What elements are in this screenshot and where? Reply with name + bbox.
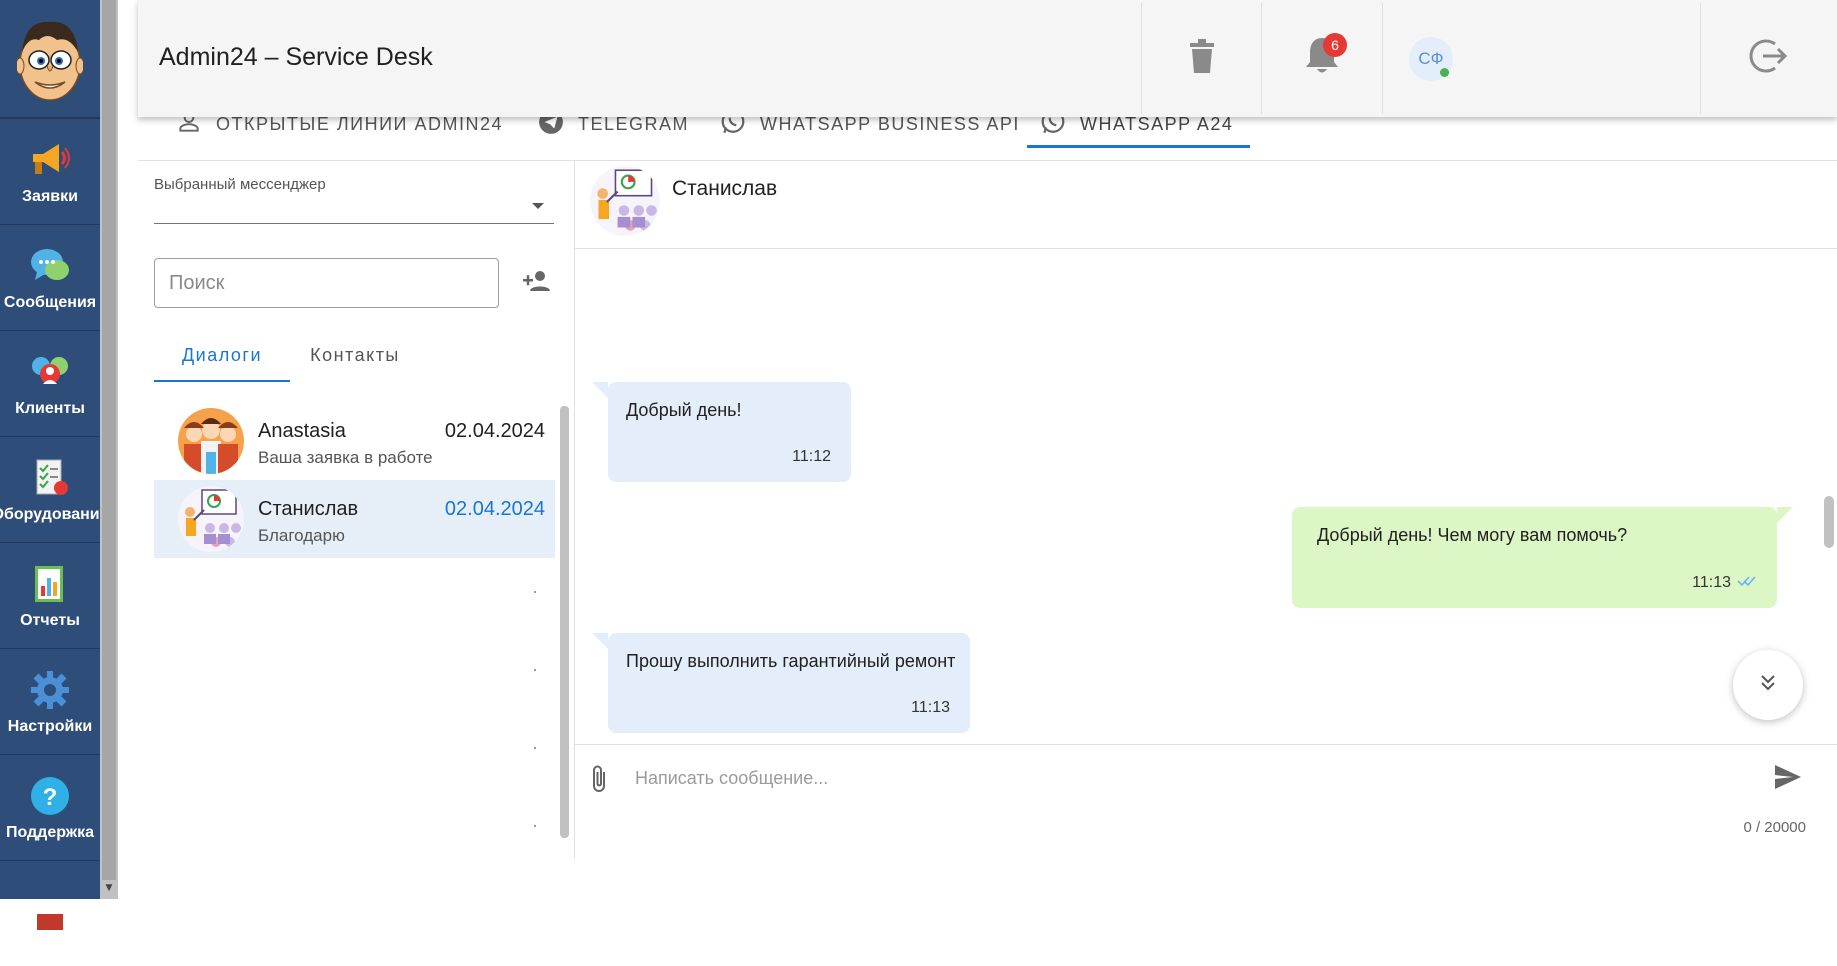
add-contact-button[interactable] bbox=[519, 266, 553, 300]
logout-icon bbox=[1749, 38, 1789, 79]
cartoon-face-logo-icon bbox=[17, 21, 83, 101]
message-time-text: 11:12 bbox=[792, 448, 831, 465]
send-button[interactable] bbox=[1773, 763, 1807, 795]
online-status-dot bbox=[1440, 67, 1449, 77]
chat-window: Станислав Добрый день! 11:12 Добрый день… bbox=[575, 161, 1837, 858]
main-sidebar: Заявки Сообщения Клиенты Оборудование От… bbox=[0, 0, 118, 930]
message-time: 11:13 bbox=[1692, 574, 1757, 592]
dialog-item[interactable]: Anastasia Ваша заявка в работе 02.04.202… bbox=[154, 402, 555, 480]
avatar bbox=[178, 408, 244, 474]
active-tab-indicator bbox=[1027, 145, 1250, 148]
nav-item-label: Отчеты bbox=[20, 611, 80, 629]
message-text: Добрый день! Чем могу вам помочь? bbox=[1317, 525, 1628, 545]
reports-chart-icon bbox=[28, 562, 72, 606]
message-composer: 0 / 20000 bbox=[575, 744, 1837, 858]
chat-bubbles-icon bbox=[28, 244, 72, 288]
trash-button[interactable] bbox=[1141, 3, 1261, 114]
messenger-select-label: Выбранный мессенджер bbox=[154, 176, 326, 193]
message-time-text: 11:13 bbox=[911, 699, 950, 716]
chat-header: Станислав bbox=[575, 161, 1837, 249]
notifications-button[interactable]: 6 bbox=[1261, 3, 1382, 114]
clients-icon bbox=[28, 350, 72, 394]
messenger-select[interactable] bbox=[154, 223, 554, 224]
gear-icon bbox=[28, 668, 72, 712]
scroll-down-arrow-icon[interactable]: ▼ bbox=[100, 883, 118, 897]
nav-item-label: Заявки bbox=[22, 187, 78, 205]
chat-contact-name: Станислав bbox=[672, 177, 778, 200]
nav-item-equipment[interactable]: Оборудование bbox=[0, 436, 109, 542]
nav-item-more[interactable] bbox=[0, 860, 100, 966]
nav-item-tickets[interactable]: Заявки bbox=[0, 118, 100, 224]
double-check-icon bbox=[1737, 574, 1757, 592]
avatar[interactable] bbox=[590, 166, 660, 236]
character-counter: 0 / 20000 bbox=[1743, 819, 1806, 836]
user-profile-button[interactable]: СФ bbox=[1382, 3, 1700, 114]
nav-item-settings[interactable]: Настройки bbox=[0, 648, 100, 754]
notifications-badge: 6 bbox=[1323, 33, 1347, 57]
sidebar-scrollbar-thumb[interactable] bbox=[102, 0, 116, 880]
avatar: СФ bbox=[1409, 36, 1453, 81]
page-title: Admin24 – Service Desk bbox=[159, 43, 433, 71]
message-input[interactable] bbox=[635, 761, 1715, 795]
top-header: Admin24 – Service Desk 6 СФ bbox=[138, 0, 1837, 117]
tab-contacts[interactable]: Контакты bbox=[290, 331, 420, 379]
message-text: Добрый день! bbox=[626, 400, 742, 420]
dialog-date: 02.04.2024 bbox=[444, 498, 545, 520]
nav-item-label: Клиенты bbox=[15, 399, 85, 417]
list-separator-dot bbox=[534, 747, 536, 749]
nav-item-label: Сообщения bbox=[3, 293, 97, 311]
group-people-avatar-icon bbox=[178, 408, 244, 474]
search-input[interactable] bbox=[154, 258, 499, 308]
nav-item-messages[interactable]: Сообщения bbox=[0, 224, 100, 330]
send-icon bbox=[1773, 765, 1803, 795]
presentation-avatar-icon bbox=[178, 486, 244, 552]
chat-scrollbar[interactable] bbox=[1824, 496, 1834, 548]
attach-button[interactable] bbox=[587, 763, 613, 795]
trash-icon bbox=[1188, 39, 1216, 78]
list-separator-dot bbox=[534, 669, 536, 671]
dialog-item[interactable]: Станислав Благодарю 02.04.2024 bbox=[154, 480, 555, 558]
help-icon: ? bbox=[28, 774, 72, 818]
sidebar-scrollbar[interactable]: ▼ bbox=[100, 0, 118, 899]
logout-button[interactable] bbox=[1700, 3, 1837, 114]
dialog-preview: Благодарю bbox=[258, 526, 345, 545]
svg-text:?: ? bbox=[43, 784, 58, 811]
nav-item-reports[interactable]: Отчеты bbox=[0, 542, 100, 648]
add-person-icon bbox=[521, 269, 551, 298]
tab-dialogs[interactable]: Диалоги bbox=[154, 331, 290, 379]
message-bubble-outgoing: Добрый день! Чем могу вам помочь? 11:13 bbox=[1292, 507, 1793, 608]
message-time: 11:13 bbox=[911, 699, 950, 717]
message-bubble-incoming: Добрый день! 11:12 bbox=[592, 382, 851, 482]
message-time: 11:12 bbox=[792, 448, 831, 466]
user-initials: СФ bbox=[1418, 48, 1444, 68]
dialog-name: Anastasia bbox=[258, 420, 346, 442]
nav-item-support[interactable]: ? Поддержка bbox=[0, 754, 100, 860]
message-bubble-incoming: Прошу выполнить гарантийный ремонт 11:13 bbox=[592, 633, 970, 733]
presentation-avatar-icon bbox=[590, 166, 660, 236]
double-chevron-down-icon bbox=[1759, 674, 1777, 697]
dialog-preview: Ваша заявка в работе bbox=[258, 448, 433, 467]
book-icon bbox=[28, 889, 72, 933]
nav-item-clients[interactable]: Клиенты bbox=[0, 330, 100, 436]
app-logo[interactable] bbox=[0, 0, 100, 118]
dialog-name: Станислав bbox=[258, 498, 359, 520]
dialogs-scrollbar[interactable] bbox=[560, 406, 569, 838]
equipment-checklist-icon bbox=[28, 456, 72, 500]
nav-item-label: Настройки bbox=[7, 717, 93, 735]
nav-item-label: Оборудование bbox=[0, 505, 109, 523]
list-separator-dot bbox=[534, 591, 536, 593]
scroll-to-bottom-button[interactable] bbox=[1733, 650, 1803, 720]
dropdown-caret-icon[interactable] bbox=[532, 203, 544, 209]
dialogs-panel: Выбранный мессенджер Диалоги Контакты An… bbox=[138, 161, 575, 858]
dialog-date: 02.04.2024 bbox=[444, 420, 545, 442]
paperclip-icon bbox=[587, 765, 613, 799]
message-time-text: 11:13 bbox=[1692, 574, 1731, 591]
list-separator-dot bbox=[534, 825, 536, 827]
nav-item-label: Поддержка bbox=[5, 823, 95, 841]
message-text: Прошу выполнить гарантийный ремонт bbox=[626, 651, 956, 671]
avatar bbox=[178, 486, 244, 552]
megaphone-icon bbox=[28, 138, 72, 182]
active-subtab-indicator bbox=[154, 380, 290, 382]
